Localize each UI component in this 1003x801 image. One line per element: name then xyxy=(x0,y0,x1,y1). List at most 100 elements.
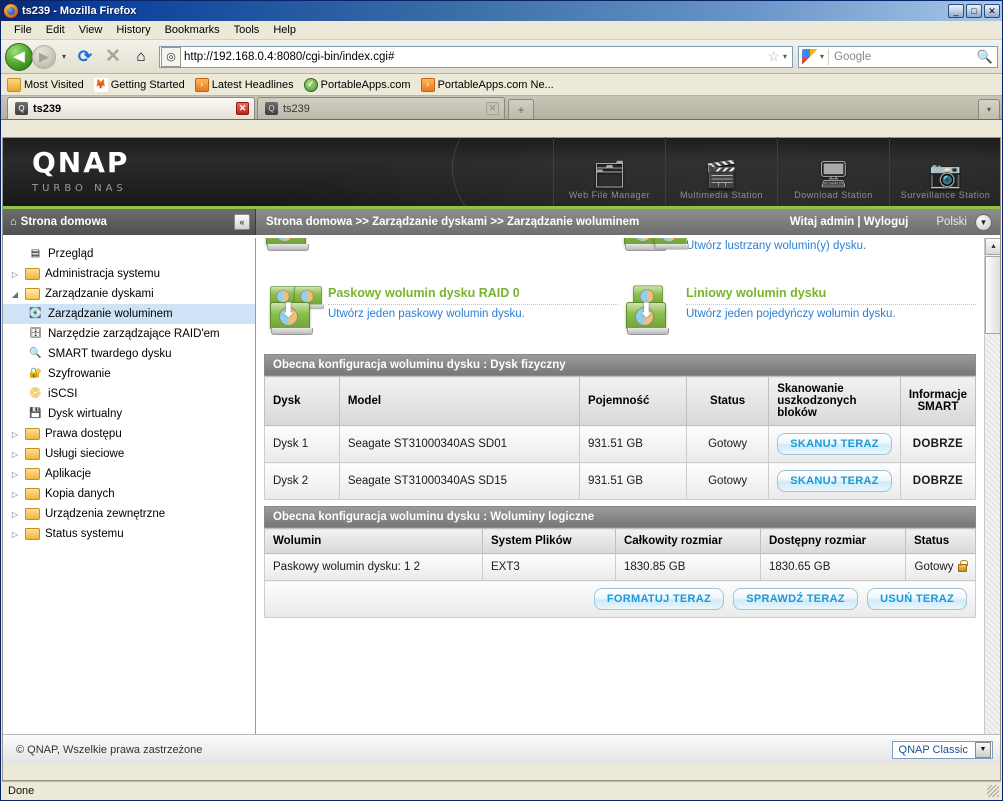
sidebar-item-dysk-wirtualny[interactable]: 💾 Dysk wirtualny xyxy=(2,404,255,424)
raid-option-raid1[interactable]: RAID 1 Utwórz lustrzany wolumin(y) dysku… xyxy=(622,238,976,280)
sidebar-item-zarzadzanie-woluminem[interactable]: 💽 Zarządzanie woluminem xyxy=(2,304,255,324)
app-web-file-manager[interactable]: 🗂 Web File Manager xyxy=(553,137,665,206)
history-dropdown-icon[interactable]: ▾ xyxy=(58,52,70,61)
window-titlebar: ts239 - Mozilla Firefox _ □ ✕ xyxy=(1,1,1002,21)
tab-ts239-second[interactable]: Q ts239 ✕ xyxy=(257,97,505,119)
search-bar[interactable]: ▾ Google 🔍 xyxy=(798,45,998,68)
forward-button[interactable]: ▶ xyxy=(32,44,56,69)
home-icon[interactable]: ⌂ xyxy=(128,44,154,70)
raid-option-raid0-striping[interactable]: ⬇ Paskowy wolumin dysku RAID 0 Utwórz je… xyxy=(264,280,618,348)
bookmark-portableapps-news[interactable]: › PortableApps.com Ne... xyxy=(420,77,554,92)
back-button[interactable]: ◀ xyxy=(5,42,33,71)
minimize-button[interactable]: _ xyxy=(948,4,964,18)
cell-smart-status[interactable]: DOBRZE xyxy=(899,425,977,463)
menu-view[interactable]: View xyxy=(72,22,110,38)
qnap-logo: QNAP TURBO NAS xyxy=(32,149,129,195)
sidebar-item-narzedzie-raid[interactable]: 🗄 Narzędzie zarządzające RAID'em xyxy=(2,324,255,344)
single-disk-icon xyxy=(266,238,318,266)
chevron-right-icon[interactable]: ▷ xyxy=(10,430,20,439)
sidebar-item-kopia-danych[interactable]: ▷ Kopia danych xyxy=(2,484,255,504)
chevron-down-icon[interactable]: ◢ xyxy=(10,290,20,299)
cell-disk: Dysk 2 xyxy=(264,462,340,500)
content-scroll-area: Utwórz pojedynczy wolumin(y) dysku. RAID… xyxy=(256,238,984,764)
search-input[interactable]: Google xyxy=(829,51,977,63)
url-input[interactable]: http://192.168.0.4:8080/cgi-bin/index.cg… xyxy=(184,51,764,63)
menu-file[interactable]: File xyxy=(7,22,39,38)
menu-bookmarks[interactable]: Bookmarks xyxy=(158,22,227,38)
sidebar-item-status-systemu[interactable]: ▷ Status systemu xyxy=(2,524,255,544)
content-vertical-scrollbar[interactable]: ▲ ▼ xyxy=(984,238,1001,764)
sidebar-item-szyfrowanie[interactable]: 🔐 Szyfrowanie xyxy=(2,364,255,384)
format-now-button[interactable]: FORMATUJ TERAZ xyxy=(593,588,725,610)
scan-now-button[interactable]: SKANUJ TERAZ xyxy=(777,470,892,492)
scroll-up-button[interactable]: ▲ xyxy=(985,238,1001,255)
new-tab-button[interactable]: + xyxy=(508,99,534,119)
close-button[interactable]: ✕ xyxy=(984,4,1000,18)
google-icon[interactable] xyxy=(802,48,818,65)
delete-now-button[interactable]: USUŃ TERAZ xyxy=(867,588,967,610)
app-multimedia-station[interactable]: 🎬 Multimedia Station xyxy=(665,137,777,206)
raid-option-single-disk[interactable]: Utwórz pojedynczy wolumin(y) dysku. xyxy=(264,238,618,280)
sidebar-item-uslugi-sieciowe[interactable]: ▷ Usługi sieciowe xyxy=(2,444,255,464)
chevron-right-icon[interactable]: ▷ xyxy=(10,530,20,539)
sidebar-item-prawa-dostepu[interactable]: ▷ Prawa dostępu xyxy=(2,424,255,444)
app-surveillance-station[interactable]: 📷 Surveillance Station xyxy=(889,137,1001,206)
scrollbar-track[interactable] xyxy=(985,334,1001,746)
language-dropdown-icon[interactable]: ▼ xyxy=(975,213,992,231)
menu-tools[interactable]: Tools xyxy=(227,22,267,38)
menu-help[interactable]: Help xyxy=(266,22,303,38)
sidebar-item-smart-twardego-dysku[interactable]: 🔍 SMART twardego dysku xyxy=(2,344,255,364)
bookmark-portableapps[interactable]: ✓ PortableApps.com xyxy=(303,77,411,92)
home-panel-header[interactable]: ⌂ Strona domowa « xyxy=(2,209,256,235)
sidebar-item-iscsi[interactable]: 📀 iSCSI xyxy=(2,384,255,404)
sidebar-item-zarzadzanie-dyskami[interactable]: ◢ Zarządzanie dyskami xyxy=(2,284,255,304)
panel-title: Obecna konfiguracja woluminu dysku : Dys… xyxy=(264,354,976,376)
tab-close-icon[interactable]: ✕ xyxy=(236,102,249,115)
scrollbar-thumb[interactable] xyxy=(985,256,1001,334)
reload-icon[interactable]: ⟳ xyxy=(72,44,98,70)
url-dropdown-icon[interactable]: ▾ xyxy=(783,52,792,61)
raid-option-linear[interactable]: ⬇ Liniowy wolumin dysku Utwórz jeden poj… xyxy=(622,280,976,348)
search-engine-caret-icon[interactable]: ▾ xyxy=(820,52,828,61)
site-identity-icon[interactable]: ◎ xyxy=(161,46,181,67)
raid-option-desc[interactable]: Utwórz jeden paskowy wolumin dysku. xyxy=(328,307,618,323)
search-icon[interactable]: 🔍 xyxy=(977,49,997,65)
sidebar-item-aplikacje[interactable]: ▷ Aplikacje xyxy=(2,464,255,484)
skin-value: QNAP Classic xyxy=(898,743,968,756)
maximize-button[interactable]: □ xyxy=(966,4,982,18)
chevron-right-icon[interactable]: ▷ xyxy=(10,470,20,479)
sidebar-item-przeglad[interactable]: ▤ Przegląd xyxy=(2,244,255,264)
menu-edit[interactable]: Edit xyxy=(39,22,72,38)
resize-grip[interactable] xyxy=(987,784,999,797)
url-bar[interactable]: ◎ http://192.168.0.4:8080/cgi-bin/index.… xyxy=(159,45,793,68)
list-all-tabs-icon[interactable]: ▾ xyxy=(978,99,1000,119)
collapse-sidebar-icon[interactable]: « xyxy=(234,214,250,230)
user-greeting-logout[interactable]: Witaj admin | Wyloguj xyxy=(790,216,909,228)
bookmark-getting-started[interactable]: 🦊 Getting Started xyxy=(93,77,185,92)
chevron-right-icon[interactable]: ▷ xyxy=(10,490,20,499)
scan-now-button[interactable]: SKANUJ TERAZ xyxy=(777,433,892,455)
sidebar-item-administracja-systemu[interactable]: ▷ Administracja systemu xyxy=(2,264,255,284)
chevron-right-icon[interactable]: ▷ xyxy=(10,450,20,459)
cell-smart-status[interactable]: DOBRZE xyxy=(899,462,977,500)
cell-model: Seagate ST31000340AS SD15 xyxy=(338,462,580,500)
raid-option-desc[interactable]: Utwórz pojedynczy wolumin(y) dysku. xyxy=(328,238,618,239)
bookmark-most-visited[interactable]: Most Visited xyxy=(7,77,84,92)
menu-history[interactable]: History xyxy=(109,22,157,38)
tab-close-icon[interactable]: ✕ xyxy=(486,102,499,115)
chevron-right-icon[interactable]: ▷ xyxy=(10,510,20,519)
bookmark-star-icon[interactable]: ☆ xyxy=(764,48,783,65)
app-download-station[interactable]: 🖥 Download Station xyxy=(777,137,889,206)
cell-filesystem: EXT3 xyxy=(482,553,616,581)
raid-option-desc[interactable]: Utwórz jeden pojedyńczy wolumin dysku. xyxy=(686,307,976,323)
bookmark-latest-headlines[interactable]: › Latest Headlines xyxy=(194,77,294,92)
sidebar-item-urzadzenia-zewnetrzne[interactable]: ▷ Urządzenia zewnętrzne xyxy=(2,504,255,524)
raid-option-desc[interactable]: Utwórz lustrzany wolumin(y) dysku. xyxy=(686,239,976,255)
chevron-right-icon[interactable]: ▷ xyxy=(10,270,20,279)
stop-icon[interactable]: ✕ xyxy=(100,44,126,70)
tab-ts239-active[interactable]: Q ts239 ✕ xyxy=(7,97,255,119)
status-text: Gotowy xyxy=(914,561,954,573)
chevron-down-icon[interactable]: ▼ xyxy=(975,741,991,758)
check-now-button[interactable]: SPRAWDŹ TERAZ xyxy=(733,588,858,610)
skin-selector[interactable]: QNAP Classic ▼ xyxy=(891,740,993,759)
